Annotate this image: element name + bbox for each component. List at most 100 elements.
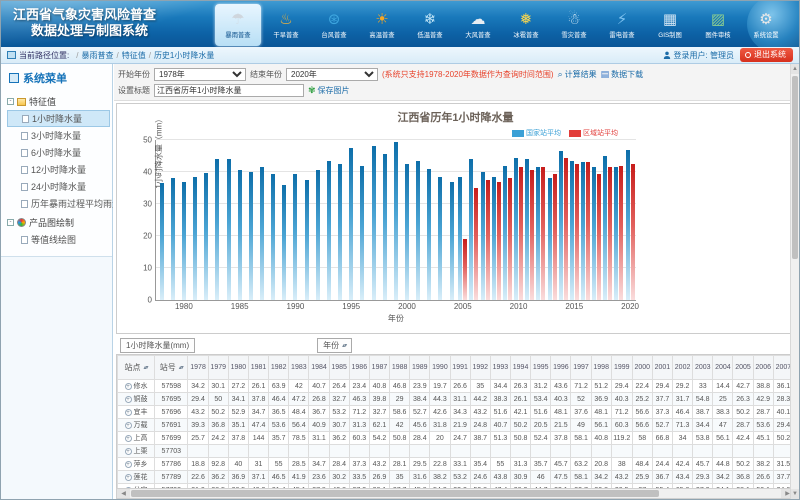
bar-national-2014[interactable] [559, 151, 563, 300]
download-button[interactable]: ▤ 数据下载 [601, 69, 644, 80]
station-name-cell[interactable]: +上栗 [118, 445, 155, 458]
bar-national-2018[interactable] [603, 156, 607, 300]
toolbar-item-系统设置[interactable]: ⚙系统设置 [743, 4, 789, 46]
bar-regional-2013[interactable] [553, 174, 557, 300]
year-column-header-1990[interactable]: 1990 [430, 356, 450, 380]
bar-regional-2020[interactable] [631, 164, 635, 300]
station-name-cell[interactable]: +莲花 [118, 471, 155, 484]
expand-row-icon[interactable]: + [125, 422, 132, 429]
station-name-cell[interactable]: +宜丰 [118, 406, 155, 419]
toolbar-item-干旱普查[interactable]: ♨干旱普查 [263, 4, 309, 46]
bar-regional-2011[interactable] [530, 170, 534, 300]
bar-national-2011[interactable] [525, 159, 529, 300]
bar-national-1990[interactable] [293, 174, 297, 300]
data-table-wrap[interactable]: 站点▴▾站号▴▾19781979198019811982198319841985… [116, 354, 795, 488]
bar-national-1982[interactable] [204, 173, 208, 300]
bar-national-2009[interactable] [503, 166, 507, 300]
expand-row-icon[interactable]: + [125, 435, 132, 442]
bar-national-1998[interactable] [383, 154, 387, 300]
bar-national-2019[interactable] [614, 167, 618, 300]
bar-regional-2008[interactable] [497, 182, 501, 300]
bar-national-2012[interactable] [536, 167, 540, 300]
sidebar-item-12小时降水量[interactable]: 12小时降水量 [7, 161, 110, 178]
bar-national-2008[interactable] [492, 177, 496, 300]
station-column-header[interactable]: 站点▴▾ [118, 356, 155, 380]
year-column-header-1989[interactable]: 1989 [410, 356, 430, 380]
year-column-header-1999[interactable]: 1999 [611, 356, 632, 380]
year-column-header-1981[interactable]: 1981 [248, 356, 268, 380]
save-image-button[interactable]: ✾ 保存图片 [308, 85, 350, 96]
station-id-column-header[interactable]: 站号▴▾ [155, 356, 188, 380]
toolbar-item-雪灾普查[interactable]: ☃雪灾普查 [551, 4, 597, 46]
expand-row-icon[interactable]: + [125, 461, 132, 468]
breadcrumb-item[interactable]: 暴雨普查 [81, 51, 113, 60]
sidebar-item-3小时降水量[interactable]: 3小时降水量 [7, 127, 110, 144]
bar-national-1987[interactable] [260, 167, 264, 300]
logout-button[interactable]: 退出系统 [740, 48, 793, 62]
horizontal-scrollbar[interactable]: ◀ ▶ [116, 488, 795, 499]
bar-regional-2010[interactable] [519, 167, 523, 300]
station-name-cell[interactable]: +万载 [118, 419, 155, 432]
bar-national-2010[interactable] [514, 158, 518, 300]
bar-regional-2005[interactable] [463, 239, 467, 300]
bar-national-1995[interactable] [349, 148, 353, 300]
bar-national-2013[interactable] [548, 178, 552, 300]
expand-row-icon[interactable]: + [125, 383, 132, 390]
year-column-header-2000[interactable]: 2000 [632, 356, 652, 380]
chart-title-input[interactable] [154, 84, 304, 97]
year-column-header-1978[interactable]: 1978 [188, 356, 208, 380]
year-column-header-1996[interactable]: 1996 [551, 356, 571, 380]
bar-national-1980[interactable] [182, 182, 186, 300]
station-id-column-header-box[interactable]: 站号▴▾ [156, 362, 186, 373]
bar-national-1984[interactable] [227, 159, 231, 300]
year-column-header-1997[interactable]: 1997 [571, 356, 591, 380]
year-column-header-1995[interactable]: 1995 [531, 356, 551, 380]
toolbar-item-冰雹普查[interactable]: ❅冰雹普查 [503, 4, 549, 46]
year-column-header-2006[interactable]: 2006 [753, 356, 773, 380]
vertical-scroll-thumb[interactable] [792, 76, 798, 259]
expand-toggle-icon[interactable]: - [7, 98, 14, 105]
bar-national-1999[interactable] [394, 142, 398, 300]
expand-row-icon[interactable]: + [125, 409, 132, 416]
scroll-up-arrow[interactable]: ▲ [791, 64, 799, 74]
end-year-select[interactable]: 2020年 [286, 68, 378, 81]
toolbar-item-台风普查[interactable]: ⊛台风普查 [311, 4, 357, 46]
bar-regional-2012[interactable] [541, 167, 545, 300]
toolbar-item-大风普查[interactable]: ☁大风普查 [455, 4, 501, 46]
year-column-header-1994[interactable]: 1994 [510, 356, 530, 380]
station-name-cell[interactable]: +萍乡 [118, 458, 155, 471]
bar-national-2020[interactable] [626, 150, 630, 300]
year-column-header-2001[interactable]: 2001 [652, 356, 672, 380]
bar-national-2000[interactable] [405, 164, 409, 300]
expand-toggle-icon[interactable]: - [7, 219, 14, 226]
horizontal-scroll-thumb[interactable] [131, 490, 659, 497]
vertical-scrollbar[interactable]: ▲ ▼ [790, 64, 799, 499]
year-column-header-1992[interactable]: 1992 [470, 356, 490, 380]
sidebar-item-1小时降水量[interactable]: 1小时降水量 [7, 110, 110, 127]
bar-national-1994[interactable] [338, 164, 342, 300]
bar-regional-2018[interactable] [608, 167, 612, 300]
bar-regional-2006[interactable] [474, 188, 478, 300]
tree-parent-特征值[interactable]: -特征值 [7, 93, 110, 110]
toolbar-item-图件审核[interactable]: ▨图件审核 [695, 4, 741, 46]
year-column-header-1987[interactable]: 1987 [369, 356, 389, 380]
year-column-header-2002[interactable]: 2002 [673, 356, 693, 380]
toolbar-item-高温普查[interactable]: ☀高温普查 [359, 4, 405, 46]
sidebar-item-24小时降水量[interactable]: 24小时降水量 [7, 178, 110, 195]
bar-national-2007[interactable] [481, 172, 485, 300]
bar-national-1996[interactable] [360, 166, 364, 300]
year-column-header-2003[interactable]: 2003 [693, 356, 713, 380]
toolbar-item-雷电普查[interactable]: ⚡雷电普查 [599, 4, 645, 46]
scroll-down-arrow[interactable]: ▼ [791, 489, 799, 499]
year-sort-control[interactable]: 年份 ▴▾ [317, 338, 352, 353]
bar-national-2004[interactable] [450, 182, 454, 300]
bar-regional-2016[interactable] [586, 162, 590, 300]
bar-regional-2015[interactable] [575, 164, 579, 300]
expand-row-icon[interactable]: + [125, 474, 132, 481]
sidebar-item-历年暴雨过程平均雨量[interactable]: 历年暴雨过程平均雨量 [7, 195, 110, 212]
year-column-header-1979[interactable]: 1979 [208, 356, 228, 380]
bar-regional-2019[interactable] [619, 166, 623, 300]
year-column-header-2005[interactable]: 2005 [733, 356, 753, 380]
scroll-left-arrow[interactable]: ◀ [117, 489, 130, 498]
sort-arrows-icon[interactable]: ▴▾ [342, 343, 346, 349]
